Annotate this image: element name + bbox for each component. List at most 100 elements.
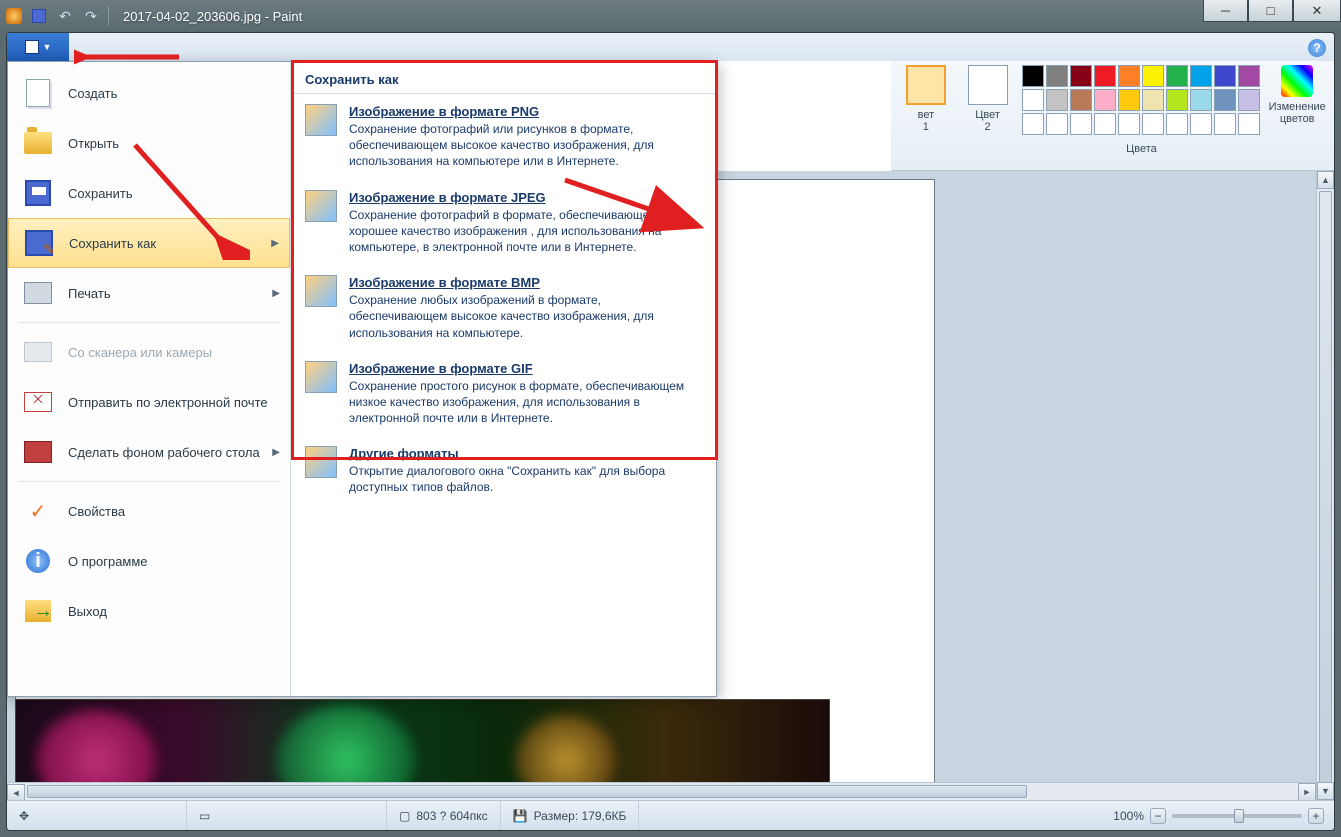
color-swatch[interactable] <box>1022 89 1044 111</box>
color-swatch[interactable] <box>1190 89 1212 111</box>
color-swatch[interactable] <box>1118 89 1140 111</box>
filesize-text: Размер: 179,6КБ <box>534 809 627 823</box>
color-swatch[interactable] <box>1238 65 1260 87</box>
file-menu-item-4[interactable]: Печать▶ <box>8 268 290 318</box>
scroll-left-button[interactable]: ◄ <box>7 784 25 800</box>
menu-item-label: Печать <box>68 286 111 301</box>
menu-item-label: Сделать фоном рабочего стола <box>68 445 260 460</box>
color1-swatch <box>906 65 946 105</box>
file-menu-item-2[interactable]: Сохранить <box>8 168 290 218</box>
color-swatch[interactable] <box>1118 113 1140 135</box>
status-dimensions: ▢ 803 ? 604пкс <box>387 801 501 830</box>
file-menu-item-9[interactable]: iО программе <box>8 536 290 586</box>
qat-redo-button[interactable]: ↷ <box>80 5 102 27</box>
file-menu-item-0[interactable]: Создать <box>8 68 290 118</box>
scroll-down-button[interactable]: ▼ <box>1317 782 1334 800</box>
color-swatch[interactable] <box>1022 65 1044 87</box>
scroll-thumb[interactable] <box>1319 191 1332 800</box>
submenu-title: Сохранить как <box>291 62 716 94</box>
minimize-button[interactable]: ─ <box>1203 0 1248 22</box>
menu-item-icon <box>22 436 54 468</box>
color-palette: Цвета <box>1022 65 1260 155</box>
save-as-option-0[interactable]: Изображение в формате PNGСохранение фото… <box>291 94 716 180</box>
color-swatch[interactable] <box>1142 65 1164 87</box>
status-bar: ✥ ▭ ▢ 803 ? 604пкс 💾 Размер: 179,6КБ 100… <box>7 800 1334 830</box>
file-menu-item-8[interactable]: ✓Свойства <box>8 486 290 536</box>
format-title: Изображение в формате PNG <box>349 104 702 119</box>
color2-button[interactable]: Цвет 2 <box>961 65 1015 133</box>
zoom-controls: 100% − + <box>1103 808 1334 824</box>
menu-item-label: Отправить по электронной почте <box>68 395 268 410</box>
save-as-option-3[interactable]: Изображение в формате GIFСохранение прос… <box>291 351 716 437</box>
color-swatch[interactable] <box>1094 65 1116 87</box>
status-filesize: 💾 Размер: 179,6КБ <box>501 801 640 830</box>
zoom-in-button[interactable]: + <box>1308 808 1324 824</box>
color-swatch[interactable] <box>1190 65 1212 87</box>
submenu-arrow-icon: ▶ <box>271 238 279 249</box>
color-swatch[interactable] <box>1214 89 1236 111</box>
qat-undo-button[interactable]: ↶ <box>54 5 76 27</box>
quick-access-toolbar: ↶ ↷ <box>28 5 102 27</box>
edit-colors-label: Изменение цветов <box>1269 101 1326 125</box>
file-menu-item-1[interactable]: Открыть <box>8 118 290 168</box>
color-swatch[interactable] <box>1046 65 1068 87</box>
color-swatch[interactable] <box>1214 113 1236 135</box>
menu-item-label: Создать <box>68 86 117 101</box>
save-as-option-4[interactable]: Другие форматыОткрытие диалогового окна … <box>291 436 716 505</box>
color-swatch[interactable] <box>1214 65 1236 87</box>
menu-item-icon <box>22 386 54 418</box>
maximize-button[interactable]: □ <box>1248 0 1293 22</box>
color-swatch[interactable] <box>1046 113 1068 135</box>
color2-label: Цвет 2 <box>975 109 1000 133</box>
vertical-scrollbar[interactable]: ▲ ▼ <box>1316 171 1334 800</box>
save-as-option-1[interactable]: Изображение в формате JPEGСохранение фот… <box>291 180 716 266</box>
menu-item-icon: i <box>22 545 54 577</box>
close-button[interactable]: ✕ <box>1293 0 1341 22</box>
format-icon <box>305 446 337 478</box>
horizontal-scrollbar[interactable]: ◄ ► <box>7 782 1316 800</box>
scroll-thumb[interactable] <box>27 785 1027 798</box>
file-menu-item-3[interactable]: Сохранить как▶ <box>8 218 290 268</box>
format-icon <box>305 104 337 136</box>
format-desc: Открытие диалогового окна "Сохранить как… <box>349 463 702 495</box>
zoom-value: 100% <box>1113 809 1144 823</box>
color-swatch[interactable] <box>1118 65 1140 87</box>
help-button[interactable]: ? <box>1308 39 1326 57</box>
color-swatch[interactable] <box>1094 113 1116 135</box>
scroll-right-button[interactable]: ► <box>1298 783 1316 800</box>
status-selection: ▭ <box>187 801 387 830</box>
dimensions-icon: ▢ <box>399 809 410 823</box>
submenu-arrow-icon: ▶ <box>272 447 280 458</box>
edit-colors-button[interactable]: Изменение цветов <box>1268 65 1326 125</box>
palette-label: Цвета <box>1126 143 1157 155</box>
color-swatch[interactable] <box>1046 89 1068 111</box>
color-swatch[interactable] <box>1190 113 1212 135</box>
color-swatch[interactable] <box>1070 113 1092 135</box>
zoom-slider[interactable] <box>1172 814 1302 818</box>
file-menu-item-6[interactable]: Отправить по электронной почте <box>8 377 290 427</box>
format-desc: Сохранение фотографий в формате, обеспеч… <box>349 207 702 256</box>
zoom-out-button[interactable]: − <box>1150 808 1166 824</box>
color-swatch[interactable] <box>1166 113 1188 135</box>
color-swatch[interactable] <box>1094 89 1116 111</box>
qat-save-button[interactable] <box>28 5 50 27</box>
color-swatch[interactable] <box>1022 113 1044 135</box>
color-swatch[interactable] <box>1070 65 1092 87</box>
color-swatch[interactable] <box>1238 113 1260 135</box>
menu-separator <box>18 481 280 482</box>
color-swatch[interactable] <box>1070 89 1092 111</box>
scroll-up-button[interactable]: ▲ <box>1317 171 1334 189</box>
color1-button[interactable]: вет 1 <box>899 65 953 133</box>
file-tab[interactable]: ▼ <box>7 33 69 61</box>
file-menu-item-7[interactable]: Сделать фоном рабочего стола ▶ <box>8 427 290 477</box>
save-as-option-2[interactable]: Изображение в формате BMPСохранение любы… <box>291 265 716 351</box>
color-swatch[interactable] <box>1142 89 1164 111</box>
color-swatch[interactable] <box>1166 89 1188 111</box>
redo-icon: ↷ <box>85 8 97 25</box>
color-swatch[interactable] <box>1238 89 1260 111</box>
zoom-knob[interactable] <box>1234 809 1244 823</box>
color-swatch[interactable] <box>1142 113 1164 135</box>
file-menu-item-10[interactable]: Выход <box>8 586 290 636</box>
format-icon <box>305 361 337 393</box>
color-swatch[interactable] <box>1166 65 1188 87</box>
